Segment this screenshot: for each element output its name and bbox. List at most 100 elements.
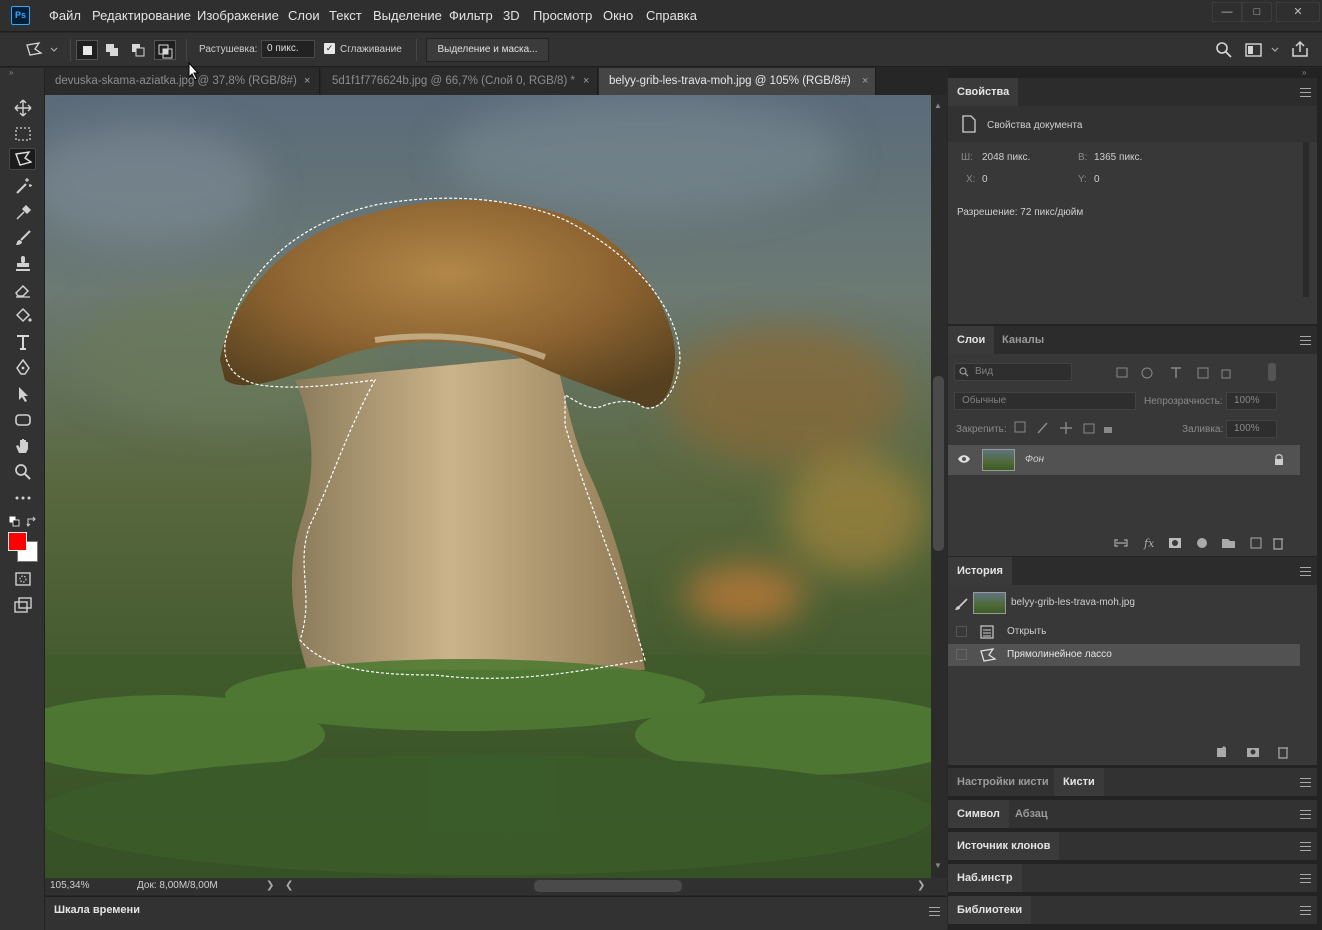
toolbox-collapse-icon[interactable]: » [9, 68, 13, 77]
layers-menu-icon[interactable] [1300, 336, 1311, 345]
tab-clone-source[interactable]: Источник клонов [948, 832, 1060, 860]
zoom-level[interactable]: 105,34% [50, 880, 89, 891]
minimize-button[interactable]: — [1212, 2, 1242, 22]
subtract-selection-button[interactable] [128, 40, 150, 60]
dock-collapse-icon[interactable]: » [1302, 68, 1306, 77]
search-button[interactable] [1215, 41, 1233, 62]
doc-tab-2-close-icon[interactable]: × [583, 68, 589, 95]
history-item-checkbox[interactable] [956, 649, 967, 660]
menu-image[interactable]: Изображение [197, 8, 279, 23]
clone-source-menu-icon[interactable] [1300, 842, 1311, 851]
foreground-color-swatch[interactable] [8, 532, 27, 551]
fill-input[interactable]: 100% [1226, 420, 1277, 438]
select-and-mask-button[interactable]: Выделение и маска... [426, 38, 549, 62]
properties-menu-icon[interactable] [1300, 88, 1311, 97]
zoom-tool[interactable] [9, 461, 36, 483]
opacity-input[interactable]: 100% [1226, 392, 1277, 410]
layer-filter-toggle[interactable] [1268, 363, 1276, 381]
menu-3d[interactable]: 3D [503, 8, 520, 23]
character-menu-icon[interactable] [1300, 810, 1311, 819]
path-selection-tool[interactable] [9, 383, 36, 405]
swap-colors-button[interactable] [26, 516, 38, 531]
history-item-checkbox[interactable] [956, 626, 967, 637]
screen-mode-button[interactable] [9, 594, 36, 616]
paint-bucket-tool[interactable] [9, 305, 36, 327]
layer-filter-icons[interactable] [1116, 366, 1236, 380]
tab-channels[interactable]: Каналы [993, 326, 1053, 354]
visibility-eye-icon[interactable] [957, 454, 971, 464]
y-value[interactable]: 0 [1094, 174, 1100, 185]
pen-tool[interactable] [9, 357, 36, 379]
brush-tool[interactable] [9, 227, 36, 249]
new-selection-button[interactable] [76, 40, 98, 60]
tool-presets-menu-icon[interactable] [1300, 874, 1311, 883]
doc-tab-1[interactable]: devuska-skama-aziatka.jpg @ 37,8% (RGB/8… [45, 68, 320, 95]
layer-actions-icons[interactable]: fx [1114, 536, 1294, 550]
tool-preset-picker[interactable] [24, 41, 64, 59]
tab-layers[interactable]: Слои [948, 326, 995, 354]
width-value[interactable]: 2048 пикс. [982, 152, 1030, 163]
menu-help[interactable]: Справка [646, 8, 697, 23]
timeline-menu-icon[interactable] [929, 907, 940, 916]
history-actions-icons[interactable] [1215, 745, 1293, 759]
horizontal-scroll-thumb[interactable] [534, 880, 682, 892]
doc-tab-2[interactable]: 5d1f1f776624b.jpg @ 66,7% (Слой 0, RGB/8… [322, 68, 598, 95]
more-tools[interactable] [9, 487, 36, 509]
doc-tab-3[interactable]: belyy-grib-les-trava-moh.jpg @ 105% (RGB… [599, 68, 876, 95]
intersect-selection-button[interactable] [154, 40, 176, 60]
history-menu-icon[interactable] [1300, 567, 1311, 576]
tab-libraries[interactable]: Библиотеки [948, 896, 1032, 924]
doc-tab-1-close-icon[interactable]: × [304, 68, 310, 95]
eraser-tool[interactable] [9, 279, 36, 301]
hand-tool[interactable] [9, 435, 36, 457]
properties-scrollbar[interactable] [1303, 142, 1309, 297]
height-value[interactable]: 1365 пикс. [1094, 152, 1142, 163]
tab-properties[interactable]: Свойства [948, 78, 1019, 106]
stamp-tool[interactable] [9, 253, 36, 275]
menu-view[interactable]: Просмотр [533, 8, 592, 23]
history-item-active[interactable]: Прямолинейное лассо [948, 644, 1300, 666]
shape-tool[interactable] [9, 409, 36, 431]
menu-edit[interactable]: Редактирование [92, 8, 191, 23]
lasso-tool[interactable] [9, 148, 36, 170]
add-selection-button[interactable] [102, 40, 124, 60]
libraries-menu-icon[interactable] [1300, 906, 1311, 915]
menu-file[interactable]: Файл [49, 8, 81, 23]
quick-mask-button[interactable] [9, 568, 36, 590]
document-canvas[interactable] [45, 95, 931, 878]
workspace-button[interactable] [1245, 42, 1281, 61]
x-value[interactable]: 0 [982, 174, 988, 185]
menu-layers[interactable]: Слои [288, 8, 320, 23]
tab-paragraph[interactable]: Абзац [1006, 800, 1057, 828]
blend-mode-select[interactable]: Обычные [954, 392, 1136, 410]
menu-filter[interactable]: Фильтр [449, 8, 493, 23]
history-item[interactable]: Открыть [948, 621, 1300, 642]
tab-timeline[interactable]: Шкала времени [45, 897, 149, 930]
antialias-checkbox[interactable]: ✓ [324, 43, 335, 54]
history-snapshot-row[interactable]: belyy-grib-les-trava-moh.jpg [948, 588, 1300, 618]
tab-character[interactable]: Символ [948, 800, 1009, 828]
default-colors-button[interactable] [9, 516, 21, 531]
menu-text[interactable]: Текст [329, 8, 362, 23]
layer-filter-select[interactable]: Вид [954, 363, 1072, 381]
share-button[interactable] [1291, 40, 1309, 61]
doc-tab-3-close-icon[interactable]: × [862, 68, 868, 95]
type-tool[interactable] [9, 331, 36, 353]
status-menu-icon[interactable]: ❯ [266, 880, 274, 891]
move-tool[interactable] [9, 97, 36, 119]
scroll-up-icon[interactable]: ▲ [934, 101, 942, 110]
layer-name[interactable]: Фон [1025, 454, 1044, 465]
tab-brush-settings[interactable]: Настройки кисти [948, 768, 1058, 796]
scroll-right-icon[interactable]: ❯ [917, 880, 925, 891]
menu-select[interactable]: Выделение [373, 8, 442, 23]
tab-brushes[interactable]: Кисти [1054, 768, 1104, 796]
marquee-tool[interactable] [9, 123, 36, 145]
feather-input[interactable]: 0 пикс. [261, 40, 315, 58]
tab-history[interactable]: История [948, 557, 1012, 585]
tab-tool-presets[interactable]: Наб.инстр [948, 864, 1022, 892]
scroll-down-icon[interactable]: ▼ [934, 861, 942, 870]
maximize-button[interactable]: □ [1242, 2, 1272, 22]
vertical-scroll-thumb[interactable] [933, 376, 944, 551]
menu-window[interactable]: Окно [603, 8, 633, 23]
magic-wand-tool[interactable] [9, 175, 36, 197]
